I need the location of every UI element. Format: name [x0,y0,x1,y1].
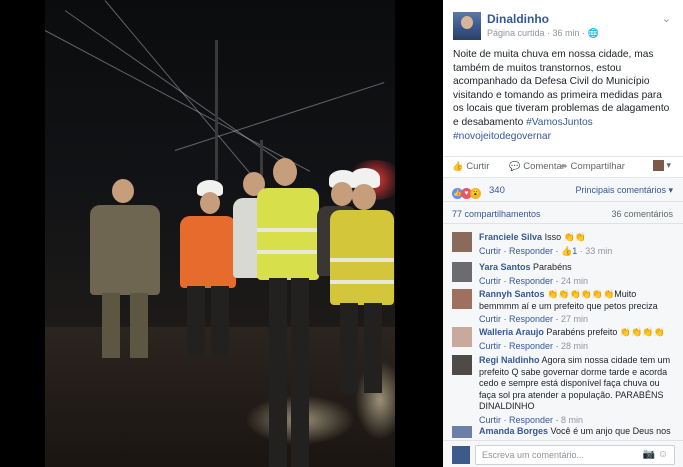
comment-time: · 33 min [577,245,613,256]
power-line [45,30,311,172]
comment-author[interactable]: Regi Naldinho [479,355,540,365]
comment-time: 8 min [561,414,584,425]
viewer-avatar [652,160,664,172]
post-header: Dinaldinho Página curtida · 36 min · 🌐 ⌄ [443,0,683,44]
viewer-selector[interactable]: ▾ [652,160,671,172]
avatar[interactable] [452,426,472,438]
comment-time: 24 min [561,275,589,286]
comment-actions[interactable]: Curtir · Responder · [479,314,561,324]
thumbs-up-icon: 👍 [452,161,464,171]
reaction-count[interactable]: 340 [489,185,505,196]
share-button[interactable]: ➦ Compartilhar [560,161,625,172]
comment-input[interactable]: Escreva um comentário... 📷 ☺ [475,445,675,465]
avatar [452,446,470,464]
comment-actions[interactable]: Curtir · Responder · [479,341,561,351]
comment-button[interactable]: 💬 Comentar [509,161,565,172]
avatar[interactable] [452,355,472,375]
power-line [104,0,273,200]
comments-count[interactable]: 36 comentários [611,209,673,219]
reaction-icons[interactable]: 👍 ♥ 😮 [452,184,481,199]
comment-time: 28 min [561,340,589,351]
comment-text: Isso 👏👏 [544,232,586,242]
avatar[interactable] [452,232,472,252]
avatar[interactable] [452,327,472,347]
post-actions: 👍 Curtir 💬 Comentar ➦ Compartilhar ▾ [443,156,683,176]
comment-text: Parabéns [533,262,572,272]
chevron-down-icon[interactable]: ⌄ [662,12,671,25]
comment-placeholder: Escreva um comentário... [482,450,585,460]
avatar[interactable] [452,289,472,309]
wow-reaction-icon: 😮 [470,188,481,199]
comment-author[interactable]: Walleria Araujo [479,327,544,337]
comment-author[interactable]: Rannyh Santos [479,289,545,299]
comment-label: Comentar [523,161,565,172]
comment-author[interactable]: Yara Santos [479,262,531,272]
post-meta: Página curtida · 36 min · 🌐 [487,28,599,38]
comment-text: Parabéns prefeito 👏👏👏👏 [546,327,665,337]
shares-count[interactable]: 77 compartilhamentos [452,209,541,219]
comment-text: Você é um anjo que Deus nos [550,426,671,436]
comment-actions[interactable]: Curtir · Responder · [479,276,561,286]
comment-time: 27 min [561,314,589,324]
comment-author[interactable]: Amanda Borges [479,426,548,436]
top-comments-filter[interactable]: Principais comentários ▾ [575,185,673,196]
post-panel: Dinaldinho Página curtida · 36 min · 🌐 ⌄… [443,0,683,467]
camera-emoji-icons[interactable]: 📷 ☺ [643,449,668,460]
share-icon: ➦ [560,161,568,171]
like-button[interactable]: 👍 Curtir [452,161,489,172]
comments-section: 👍 ♥ 😮 340 Principais comentários ▾ 77 comp… [443,177,683,467]
comment-icon: 💬 [509,161,521,171]
comment-actions[interactable]: Curtir · Responder · [479,246,561,256]
comment-author[interactable]: Franciele Silva [479,232,542,242]
utility-pole [215,40,218,180]
post-text: Noite de muita chuva em nossa cidade, ma… [443,44,683,158]
comment-actions[interactable]: Curtir · Responder · [479,415,561,425]
author-name[interactable]: Dinaldinho [487,12,549,26]
reactions-row: 👍 ♥ 😮 340 Principais comentários ▾ [443,178,683,202]
author-avatar[interactable] [453,12,481,40]
comment-item: Amanda Borges Você é um anjo que Deus no… [452,426,677,438]
share-label: Compartilhar [570,161,625,172]
post-photo[interactable] [45,0,395,467]
chevron-down-icon: ▾ [666,160,671,170]
comment-likes[interactable]: 👍1 [561,246,577,256]
like-label: Curtir [466,161,490,172]
shares-row: 77 compartilhamentos 36 comentários [443,202,683,224]
avatar[interactable] [452,262,472,282]
write-comment-row: Escreva um comentário... 📷 ☺ [443,440,683,467]
